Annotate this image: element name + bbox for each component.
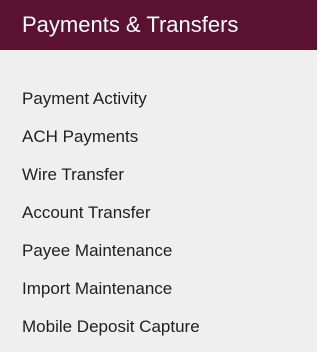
payments-menu: Payment Activity ACH Payments Wire Trans… [0, 80, 317, 346]
panel-header: Payments & Transfers [0, 0, 317, 50]
menu-item-ach-payments[interactable]: ACH Payments [0, 118, 317, 156]
menu-item-import-maintenance[interactable]: Import Maintenance [0, 270, 317, 308]
menu-item-mobile-deposit-capture[interactable]: Mobile Deposit Capture [0, 308, 317, 346]
menu-item-payee-maintenance[interactable]: Payee Maintenance [0, 232, 317, 270]
menu-item-account-transfer[interactable]: Account Transfer [0, 194, 317, 232]
panel-title: Payments & Transfers [22, 12, 239, 37]
menu-item-payment-activity[interactable]: Payment Activity [0, 80, 317, 118]
payments-transfers-panel: Payments & Transfers Payment Activity AC… [0, 0, 317, 352]
menu-item-wire-transfer[interactable]: Wire Transfer [0, 156, 317, 194]
